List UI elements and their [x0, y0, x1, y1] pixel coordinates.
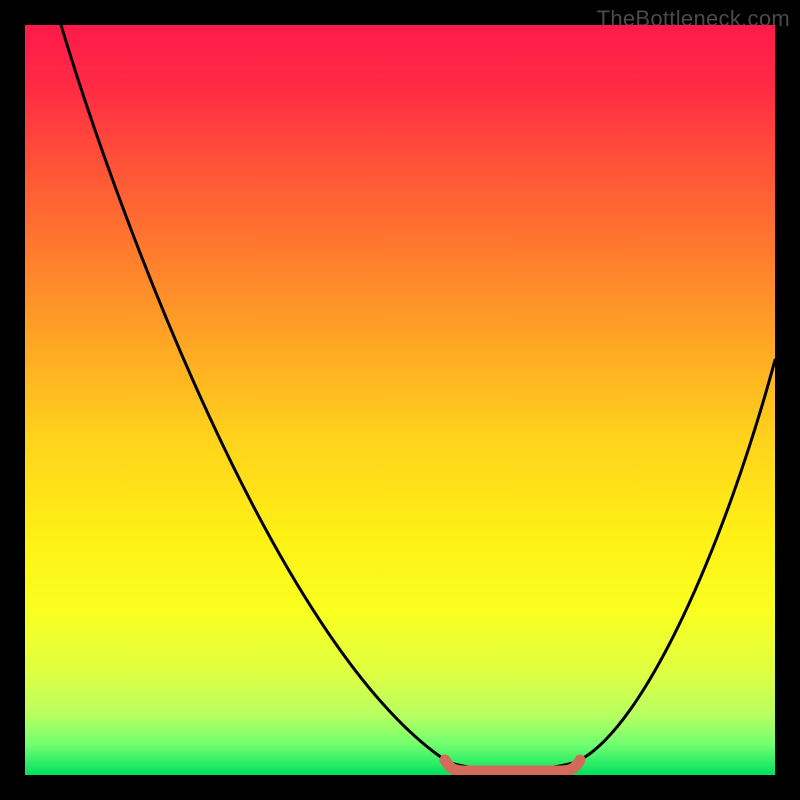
gradient-plot-area	[25, 25, 775, 775]
chart-container: TheBottleneck.com	[0, 0, 800, 800]
